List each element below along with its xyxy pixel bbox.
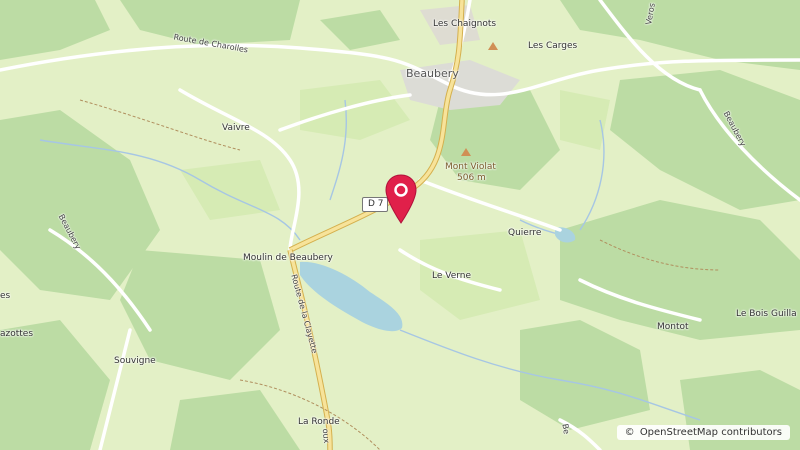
place-label-mont-violat: Mont Violat	[445, 162, 496, 172]
place-label-azottes: azottes	[0, 329, 34, 339]
copyright-symbol: ©	[624, 427, 635, 438]
place-label-le-bois-guilla: Le Bois Guilla	[736, 309, 797, 319]
road-label-bottom-be: Be	[560, 423, 572, 435]
place-label-le-verne: Le Verne	[432, 271, 472, 281]
place-label-es: es	[0, 291, 11, 301]
place-label-quierre: Quierre	[508, 228, 542, 238]
place-label-moulin-de-beaubery: Moulin de Beaubery	[243, 253, 333, 263]
place-label-les-carges: Les Carges	[528, 41, 578, 51]
attribution-link[interactable]: OpenStreetMap contributors	[640, 427, 782, 438]
place-label-la-ronde: La Ronde	[298, 417, 340, 427]
place-label-les-chaignots: Les Chaignots	[433, 19, 497, 29]
place-label-mont-violat-elevation: 506 m	[457, 173, 486, 183]
map-canvas[interactable]: Route de Charolles Route de la Clayette …	[0, 0, 800, 450]
place-label-beaubery: Beaubery	[406, 67, 459, 80]
map-attribution: © OpenStreetMap contributors	[616, 425, 790, 440]
place-label-souvigne: Souvigne	[114, 356, 156, 366]
place-label-vaivre: Vaivre	[222, 123, 250, 133]
road-label-bottom-oux: oux	[320, 428, 331, 444]
place-label-montot: Montot	[657, 322, 689, 332]
location-marker-icon[interactable]	[384, 173, 418, 227]
